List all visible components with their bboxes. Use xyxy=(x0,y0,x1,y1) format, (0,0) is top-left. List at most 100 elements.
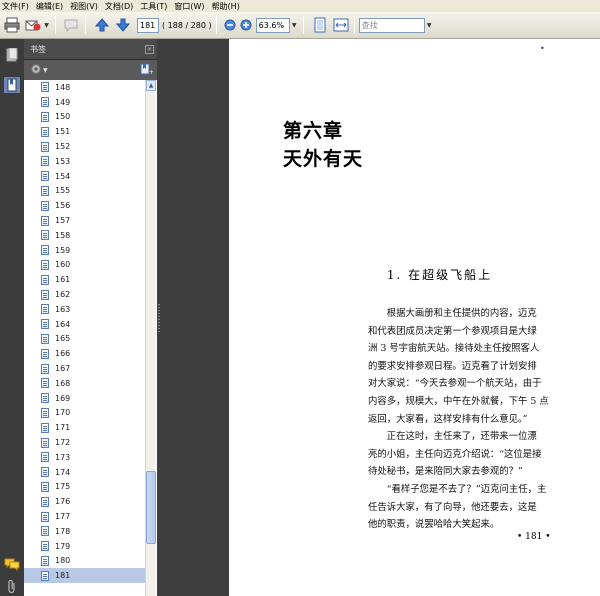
list-item[interactable]: 167 xyxy=(24,361,145,376)
toolbar-divider xyxy=(353,16,355,34)
page-number: • 181 • xyxy=(517,532,551,542)
section-title: 1. 在超级飞船上 xyxy=(386,268,493,282)
list-item-label: 159 xyxy=(55,245,71,255)
list-item[interactable]: 151 xyxy=(24,124,145,139)
list-item[interactable]: 157 xyxy=(24,213,145,228)
print-icon[interactable] xyxy=(3,16,21,34)
bookmark-icon[interactable] xyxy=(4,77,20,93)
list-item[interactable]: 176 xyxy=(24,494,145,509)
zoom-field[interactable]: 63.6% xyxy=(255,17,290,33)
page-icon xyxy=(41,378,49,389)
list-item[interactable]: 154 xyxy=(24,169,145,184)
list-item[interactable]: 159 xyxy=(24,243,145,258)
chevron-down-icon[interactable]: ▼ xyxy=(290,18,299,33)
page-icon xyxy=(41,481,49,492)
zoom-out-icon[interactable] xyxy=(224,16,237,34)
list-item[interactable]: 178 xyxy=(24,524,145,539)
previous-page-icon[interactable] xyxy=(93,16,111,34)
page-icon xyxy=(41,111,49,122)
list-item[interactable]: 179 xyxy=(24,539,145,554)
list-item[interactable]: 175 xyxy=(24,480,145,495)
pages-icon[interactable] xyxy=(4,47,20,63)
list-item[interactable]: 171 xyxy=(24,420,145,435)
scroll-up-icon[interactable]: ▲ xyxy=(146,80,156,91)
page-icon xyxy=(41,82,49,93)
page-icon xyxy=(41,141,49,152)
page-icon xyxy=(41,422,49,433)
scrollbar-thumb[interactable] xyxy=(146,471,156,544)
page-icon xyxy=(41,274,49,285)
fit-width-icon[interactable] xyxy=(332,16,350,34)
list-item-label: 178 xyxy=(55,526,71,536)
email-icon[interactable] xyxy=(24,16,42,34)
list-item[interactable]: 180 xyxy=(24,554,145,569)
list-item[interactable]: 148 xyxy=(24,80,145,95)
list-item[interactable]: 174 xyxy=(24,465,145,480)
menu-help[interactable]: 帮助(H) xyxy=(212,1,240,12)
new-bookmark-icon[interactable]: + xyxy=(140,63,154,78)
list-item[interactable]: 150 xyxy=(24,110,145,125)
list-item-label: 181 xyxy=(55,571,71,581)
list-item[interactable]: 156 xyxy=(24,198,145,213)
menu-tools[interactable]: 工具(T) xyxy=(140,1,167,12)
review-comment-icon[interactable] xyxy=(63,16,81,34)
list-item-label: 151 xyxy=(55,127,71,137)
page-icon xyxy=(41,245,49,256)
menu-document[interactable]: 文档(D) xyxy=(105,1,133,12)
menu-file[interactable]: 文件(F) xyxy=(2,1,29,12)
menu-view[interactable]: 视图(V) xyxy=(70,1,98,12)
list-item[interactable]: 172 xyxy=(24,435,145,450)
list-item[interactable]: 173 xyxy=(24,450,145,465)
page-icon xyxy=(41,215,49,226)
list-item[interactable]: 170 xyxy=(24,406,145,421)
toolbar-divider xyxy=(55,16,56,34)
list-item[interactable]: 158 xyxy=(24,228,145,243)
close-icon[interactable]: × xyxy=(145,44,154,54)
menu-window[interactable]: 窗口(W) xyxy=(174,1,204,12)
list-item[interactable]: 149 xyxy=(24,95,145,110)
body-text: 根据大画册和主任提供的内容，迈克 和代表团成员决定第一个参观项目是大绿 洲 3 … xyxy=(368,305,599,534)
list-item-label: 168 xyxy=(55,378,71,388)
list-item[interactable]: 160 xyxy=(24,258,145,273)
list-item[interactable]: 164 xyxy=(24,317,145,332)
toolbar-divider xyxy=(215,16,217,34)
list-item[interactable]: 166 xyxy=(24,346,145,361)
page-icon xyxy=(41,452,49,463)
list-item[interactable]: 153 xyxy=(24,154,145,169)
chevron-down-icon[interactable]: ▼ xyxy=(425,18,434,33)
comments-icon[interactable] xyxy=(4,556,20,572)
fit-page-icon[interactable] xyxy=(311,16,329,34)
options-menu-button[interactable]: ▼ xyxy=(30,63,48,78)
bookmark-scrollbar[interactable]: ▲ xyxy=(145,80,156,596)
list-item[interactable]: 163 xyxy=(24,302,145,317)
menu-edit[interactable]: 编辑(E) xyxy=(36,1,63,12)
list-item[interactable]: 161 xyxy=(24,272,145,287)
list-item-label: 166 xyxy=(55,349,71,359)
list-item[interactable]: 152 xyxy=(24,139,145,154)
list-item[interactable]: 169 xyxy=(24,391,145,406)
attachment-icon[interactable] xyxy=(4,579,20,595)
grip-handle[interactable] xyxy=(158,304,160,334)
text-line: 亮的小姐，主任向迈克介绍说：“这位是接 xyxy=(368,448,542,460)
list-item[interactable]: 165 xyxy=(24,332,145,347)
page-icon xyxy=(41,230,49,241)
chapter-number: 第六章 xyxy=(283,120,344,142)
next-page-icon[interactable] xyxy=(114,16,132,34)
chevron-down-icon[interactable]: ▼ xyxy=(42,18,51,33)
page-number-input[interactable]: 181 xyxy=(137,17,159,33)
document-page: • 第六章 天外有天 1. 在超级飞船上 根据大画册和主任提供的内容，迈克 和代… xyxy=(229,39,600,596)
list-item[interactable]: 177 xyxy=(24,509,145,524)
zoom-in-icon[interactable] xyxy=(240,16,253,34)
list-item[interactable]: 168 xyxy=(24,376,145,391)
page-icon xyxy=(41,570,49,581)
list-item-selected[interactable]: 181 xyxy=(24,568,145,584)
page-icon xyxy=(41,200,49,211)
menu-bar: 文件(F) 编辑(E) 视图(V) 文档(D) 工具(T) 窗口(W) 帮助(H… xyxy=(0,0,600,12)
list-item[interactable]: 155 xyxy=(24,184,145,199)
chapter-heading: 第六章 天外有天 xyxy=(283,117,363,173)
gear-icon xyxy=(30,63,42,78)
list-item[interactable]: 162 xyxy=(24,287,145,302)
list-item-label: 149 xyxy=(55,97,71,107)
page-icon xyxy=(41,304,49,315)
search-input[interactable]: 查找 xyxy=(358,17,425,33)
